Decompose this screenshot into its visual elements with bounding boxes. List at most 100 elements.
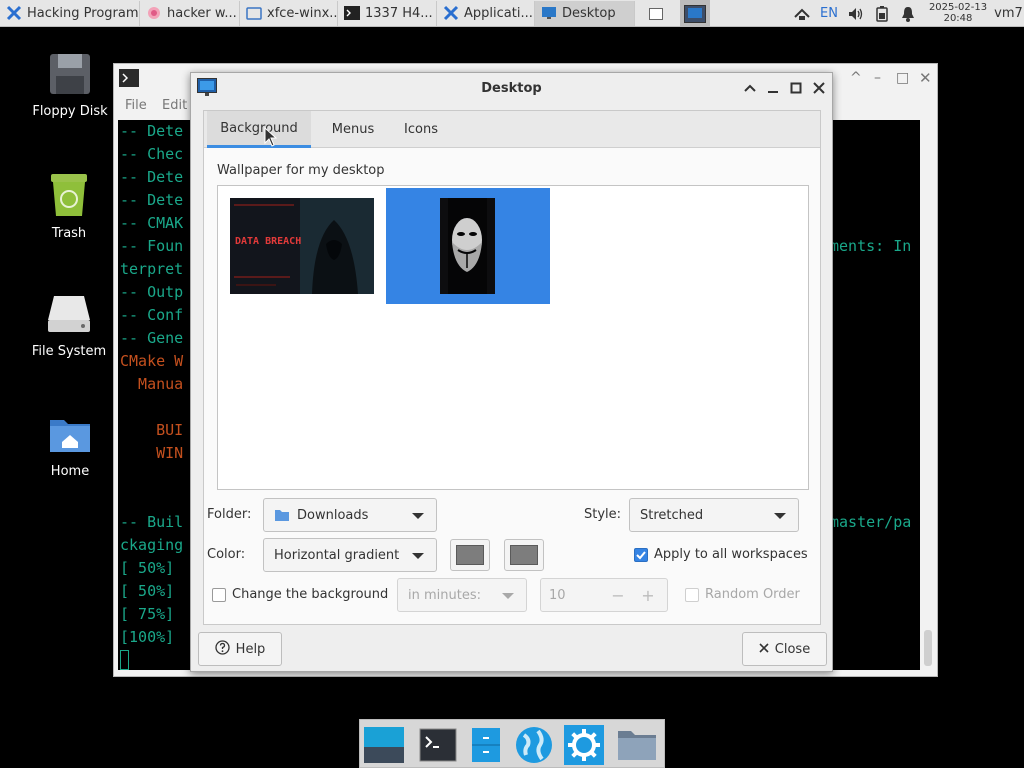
maximize-icon[interactable] [787,79,805,97]
taskbar-item-xfce-winx[interactable]: xfce-winx... [240,0,338,26]
taskbar-item-label: Applicati... [464,5,533,21]
color-swatch [510,545,538,565]
terminal-scrollbar[interactable] [924,630,932,666]
folder-icon [618,731,656,760]
folder-label: Folder: [207,507,252,522]
interval-spinbutton[interactable]: 10 − + [540,578,668,612]
wallpaper-thumbnail-anonymous-selected[interactable] [386,188,550,304]
apply-all-workspaces-label: Apply to all workspaces [654,547,808,562]
bottom-dock [359,719,665,768]
desktop-icon-label: File System [31,344,107,359]
help-button[interactable]: Help [198,632,282,666]
taskbar-item-1337[interactable]: 1337 H4... [338,0,437,26]
minus-icon[interactable]: − [603,586,633,605]
network-icon[interactable] [790,0,814,27]
terminal-line: [100%] [120,628,184,646]
tab-menus[interactable]: Menus [318,111,388,148]
desktop-icon-trash[interactable]: Trash [24,172,114,241]
terminal-line: -- Conf [120,306,184,324]
dock-settings[interactable] [562,724,606,766]
gear-icon [564,725,604,765]
desktop-icon-home[interactable]: Home [25,412,115,479]
clock[interactable]: 2025-02-13 20:48 [926,2,990,24]
plus-icon[interactable]: + [633,586,663,605]
change-background-checkbox[interactable]: Change the background [212,587,388,602]
taskbar-item-hacking-programs[interactable]: Hacking Programs ≡ [0,0,140,26]
terminal-line: WIN [120,444,184,462]
folder-select[interactable]: Downloads [263,498,437,532]
xfce-logo-icon [443,5,459,21]
dialog-titlebar[interactable]: Desktop [191,73,832,103]
terminal-line: -- Buil [120,513,184,531]
style-select[interactable]: Stretched [629,498,799,532]
dock-terminal[interactable] [416,724,460,766]
terminal-menu-file[interactable]: File [125,98,147,113]
color-mode-select[interactable]: Horizontal gradient [263,538,437,572]
desktop-settings-dialog[interactable]: Desktop Background Menus Icons Wallpaper… [190,72,833,672]
tab-background[interactable]: Background [207,111,311,148]
workspace-1-icon[interactable] [646,0,666,27]
help-button-label: Help [235,641,266,657]
taskbar-item-applications[interactable]: Applicati... [437,0,535,26]
desktop-icon-floppy-disk[interactable]: Floppy Disk [25,52,115,119]
workspace-2-icon[interactable] [680,0,710,27]
mouse-pointer-icon [264,127,278,147]
checkmark-icon [634,547,648,562]
terminal-line: -- Gene [120,329,184,347]
dock-files[interactable] [615,724,659,766]
terminal-line: [ 50%] [120,559,184,577]
desktop-icon-label: Trash [51,226,87,241]
chevron-down-icon [412,553,424,559]
random-order-checkbox[interactable]: Random Order [685,587,800,602]
interval-value: 10 [549,587,566,603]
tab-bar: Background Menus Icons [204,111,820,148]
interval-unit-select[interactable]: in minutes: [397,578,527,612]
color-2-button[interactable] [504,539,544,571]
folder-select-value: Downloads [297,507,369,523]
shade-icon[interactable] [741,79,759,97]
show-desktop-icon [364,727,404,763]
taskbar-item-hacker[interactable]: hacker w... [140,0,240,26]
taskbar-item-desktop[interactable]: Desktop [535,0,635,26]
help-icon [215,639,230,659]
terminal-icon [119,69,139,91]
close-icon[interactable] [810,79,828,97]
color-swatch [456,545,484,565]
color-1-button[interactable] [450,539,490,571]
wallpaper-thumbnail-data-breach[interactable]: DATA BREACH [230,198,374,294]
dock-file-manager[interactable] [464,724,508,766]
dock-web-browser[interactable] [512,724,556,766]
terminal-line: -- Foun [120,237,184,255]
top-panel: Hacking Programs ≡ hacker w... xfce-winx… [0,0,1024,27]
terminal-line-fragment: ments: In [830,237,912,255]
taskbar-item-label: Desktop [562,5,616,21]
wallpaper-list[interactable]: DATA BREACH [217,185,809,490]
minimize-icon[interactable] [764,79,782,97]
volume-icon[interactable] [845,0,867,27]
taskbar-item-label: Hacking Programs ≡ [27,5,140,21]
terminal-icon [419,728,457,762]
terminal-line-fragment: master/pa [830,513,912,531]
desktop-icon-label: Floppy Disk [32,104,108,119]
color-label: Color: [207,547,246,562]
terminal-menu-edit[interactable]: Edit [162,98,187,113]
terminal-close-icon[interactable]: ✕ [919,69,932,87]
terminal-shade-icon[interactable]: ^ [850,70,862,86]
dock-show-desktop[interactable] [362,724,406,766]
notification-bell-icon[interactable] [898,0,918,27]
close-button[interactable]: Close [742,632,827,666]
battery-icon[interactable] [872,0,892,27]
apply-all-workspaces-checkbox[interactable]: Apply to all workspaces [634,547,808,562]
keyboard-layout-indicator[interactable]: EN [816,0,842,27]
terminal-maximize-icon[interactable]: □ [896,70,909,86]
terminal-minimize-icon[interactable]: – [874,70,881,86]
clock-time: 20:48 [943,13,973,24]
checkbox-box [685,587,699,602]
tab-icons[interactable]: Icons [392,111,450,148]
folder-icon [246,5,262,21]
desktop-icon-file-system[interactable]: File System [24,292,114,359]
settings-notebook: Background Menus Icons Wallpaper for my … [203,110,821,625]
terminal-line: Manua [120,375,184,393]
terminal-line: -- Dete [120,191,184,209]
terminal-cursor [120,650,129,670]
